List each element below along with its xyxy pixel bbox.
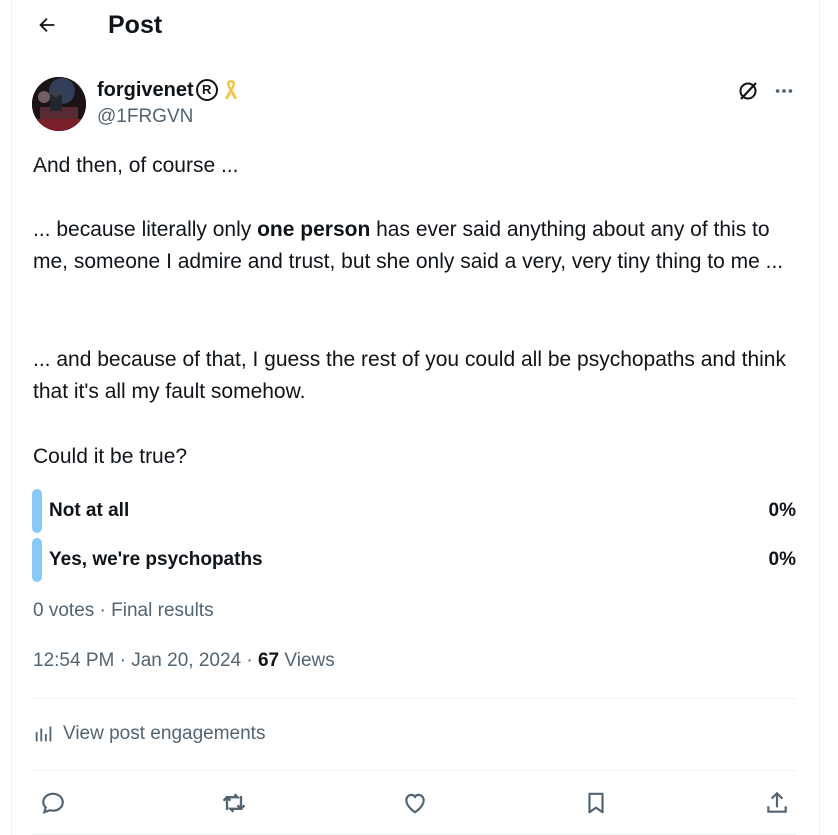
- like-icon: [405, 793, 425, 814]
- post-text-p1: And then, of course ...: [33, 154, 239, 177]
- post-text-p2: ... because literally only one person ha…: [33, 214, 808, 278]
- views-label: Views: [279, 650, 335, 671]
- meta-sep: ·: [114, 650, 132, 671]
- divider: [32, 770, 796, 771]
- grok-icon: [739, 82, 757, 100]
- post-date[interactable]: Jan 20, 2024: [131, 650, 241, 671]
- analytics-icon: [35, 726, 52, 742]
- poll-summary: 0 votes · Final results: [33, 599, 214, 623]
- post-text-p4: Could it be true?: [33, 445, 188, 468]
- post-text-bold: one person: [257, 218, 371, 241]
- poll-sep: ·: [94, 600, 112, 621]
- like-button[interactable]: [398, 786, 432, 820]
- share-button[interactable]: [760, 786, 794, 820]
- back-button[interactable]: [34, 12, 60, 38]
- repost-icon: [222, 793, 246, 813]
- page-title: Post: [108, 11, 163, 39]
- author-name[interactable]: forgivenet R: [97, 77, 240, 103]
- poll-votes: 0 votes: [33, 600, 95, 621]
- post-text-p3: ... and because of that, I guess the res…: [33, 348, 792, 403]
- author-display-name: forgivenet: [97, 79, 194, 101]
- poll-option-label: Yes, we're psychopaths: [49, 549, 263, 570]
- registered-mark: R: [195, 79, 218, 101]
- poll-option-percent: 0%: [768, 500, 796, 521]
- more-options-button[interactable]: [771, 78, 797, 104]
- poll-option-bar: [32, 489, 42, 533]
- poll-option-percent: 0%: [768, 549, 796, 570]
- divider: [32, 698, 796, 699]
- more-icon: [775, 89, 793, 93]
- poll-option-label: Not at all: [49, 500, 130, 521]
- post-meta: 12:54 PM · Jan 20, 2024 · 67 Views: [33, 649, 335, 673]
- bookmark-button[interactable]: [579, 786, 613, 820]
- post-text-p2-start: ... because literally only: [33, 218, 258, 241]
- grok-button[interactable]: [735, 78, 761, 104]
- ribbon-icon: [222, 78, 240, 102]
- views-count: 67: [257, 650, 280, 671]
- poll-status: Final results: [111, 600, 214, 621]
- back-arrow-icon: [39, 17, 55, 33]
- repost-button[interactable]: [217, 786, 251, 820]
- share-icon: [767, 791, 787, 813]
- post-time[interactable]: 12:54 PM: [33, 650, 114, 671]
- bookmark-icon: [588, 792, 604, 814]
- reply-icon: [42, 792, 64, 814]
- avatar[interactable]: [32, 77, 86, 131]
- author-handle[interactable]: @1FRGVN: [97, 104, 193, 130]
- reply-button[interactable]: [36, 786, 70, 820]
- view-engagements-link[interactable]: View post engagements: [33, 722, 265, 746]
- poll-option-bar: [32, 538, 42, 582]
- meta-sep: ·: [241, 650, 258, 671]
- view-engagements-label: View post engagements: [63, 723, 266, 744]
